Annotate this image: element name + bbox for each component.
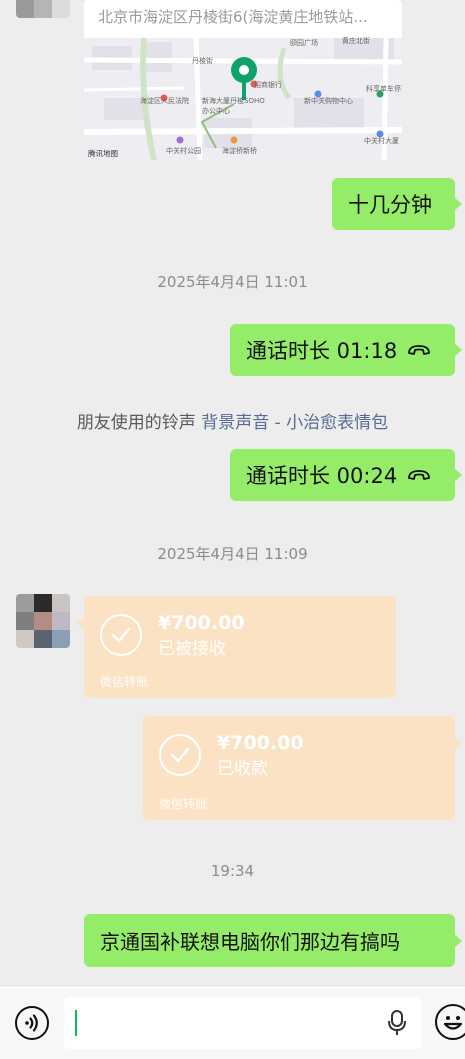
message-text: 京通国补联想电脑你们那边有搞吗 [100, 930, 400, 954]
call-duration-text: 通话时长 00:24 [246, 464, 398, 488]
map-label: 科享单车停车 [366, 85, 402, 93]
ringtone-prefix: 朋友使用的铃声 [76, 413, 196, 433]
call-duration-text: 通话时长 01:18 [246, 339, 398, 363]
contact-avatar-top[interactable] [16, 0, 70, 18]
location-map: 丹棱街 颐园广场 黄庄北街 招商银行 丹棱SOHO 海淀区人民法院 新海大厦 办… [84, 37, 402, 160]
phone-hangup-icon [408, 345, 431, 355]
message-bubble-sent[interactable]: 京通国补联想电脑你们那边有搞吗 [84, 914, 462, 967]
timestamp: 19:34 [210, 862, 255, 880]
map-label: 海淀桥新桥 [222, 147, 257, 155]
call-record-bubble[interactable]: 通话时长 00:24 [230, 449, 462, 501]
message-bubble-sent[interactable]: 十几分钟 [332, 178, 462, 230]
transfer-label: 微信转账 [100, 675, 149, 689]
map-label: 海淀区人民法院 [140, 97, 189, 105]
check-circle-icon [159, 734, 201, 776]
ringtone-link[interactable]: 背景声音 - 小治愈表情包 [201, 413, 388, 433]
map-label: 招商银行 [254, 81, 282, 89]
phone-hangup-icon [408, 470, 431, 480]
transfer-label: 微信转账 [159, 797, 208, 811]
message-text: 十几分钟 [348, 193, 432, 217]
map-credit: 腾讯地图 [88, 149, 118, 158]
timestamp: 2025年4月4日 11:09 [157, 545, 308, 563]
timestamp: 2025年4月4日 11:01 [157, 273, 308, 291]
message-input[interactable] [64, 997, 421, 1049]
map-label: 黄庄北街 [342, 37, 370, 45]
location-message-card[interactable]: 北京市海淀区丹棱街6(海淀黄庄地铁站... 丹棱街 颐园广场 黄庄北街 招商银行… [84, 0, 402, 160]
transfer-amount: ¥700.00 [158, 612, 245, 634]
emoji-button[interactable] [435, 1004, 465, 1040]
check-circle-icon [100, 614, 142, 656]
voice-icon [25, 1014, 38, 1032]
transfer-status: 已被接收 [158, 639, 226, 659]
emoji-icon [443, 1016, 463, 1030]
contact-avatar[interactable] [16, 594, 70, 648]
location-address: 北京市海淀区丹棱街6(海淀黄庄地铁站... [98, 8, 368, 26]
map-label: 新海大厦 [202, 97, 230, 105]
transfer-card-collected[interactable]: ¥700.00 已收款 微信转账 [143, 716, 462, 820]
ringtone-notice: 朋友使用的铃声 背景声音 - 小治愈表情包 [0, 408, 465, 433]
map-label: 办公中心 [202, 107, 230, 115]
transfer-status: 已收款 [217, 759, 268, 779]
map-label: 中关村公园 [166, 147, 201, 155]
map-label: 颐园广场 [290, 39, 318, 47]
transfer-amount: ¥700.00 [217, 732, 304, 754]
chat-input-bar [0, 985, 465, 1059]
map-label: 丹棱SOHO [230, 97, 265, 105]
map-label: 中关村大厦 [364, 137, 399, 145]
map-label: 丹棱街 [192, 57, 213, 65]
transfer-card-received[interactable]: ¥700.00 已被接收 微信转账 [77, 596, 396, 698]
voice-button[interactable] [15, 1006, 49, 1040]
map-label: 新中关购物中心 [304, 97, 353, 105]
call-record-bubble[interactable]: 通话时长 01:18 [230, 324, 462, 376]
microphone-icon[interactable] [387, 1009, 407, 1037]
text-caret [75, 1010, 77, 1036]
